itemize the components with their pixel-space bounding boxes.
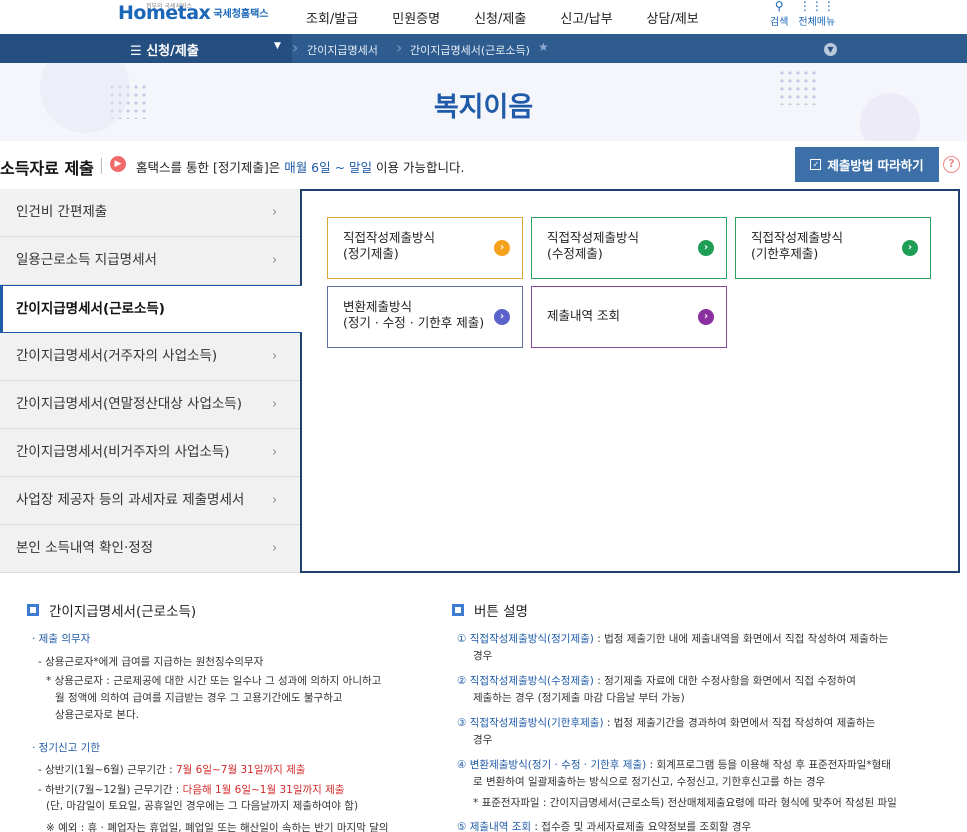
exception-note: ※ 예외 : 휴 · 폐업자는 휴업일, 폐업일 또는 해산일이 속하는 반기 …	[46, 822, 389, 832]
category-label: ☰ 신청/제출	[130, 44, 199, 59]
notice-text: 홈택스를 통한 [정기제출]은 매월 6일 ~ 말일 이용 가능합니다.	[136, 160, 465, 175]
breadcrumb-item-1[interactable]: 간이지급명세서	[307, 42, 378, 58]
hero-banner: 복지이음	[0, 63, 967, 141]
hometax-logo[interactable]: 정부의 국세서비스 Hometax 국세청홈택스	[118, 2, 269, 24]
nav-item-certificate[interactable]: 민원증명	[392, 8, 440, 27]
square-bullet-icon	[27, 604, 39, 616]
side-item-workplace-provider[interactable]: 사업장 제공자 등의 과세자료 제출명세서 ›	[0, 477, 300, 525]
duty-note: 월 정액에 의하여 급여를 지급받는 경우 그 고용기간에도 불구하고	[55, 692, 343, 704]
nav-item-consult[interactable]: 상담/제보	[647, 8, 699, 27]
utility-menu: ⚲ 검색 ⋮⋮⋮ 전체메뉴	[770, 0, 845, 28]
chevron-right-icon: ›	[272, 349, 278, 364]
side-item-simple-statement-earned[interactable]: 간이지급명세서(근로소득)	[0, 285, 302, 333]
chevron-right-icon: ›	[272, 445, 278, 460]
expand-toggle-icon[interactable]: ▼	[824, 43, 837, 56]
page-title: 복지이음	[433, 92, 534, 123]
button-desc-3-cont: 경우	[473, 734, 493, 746]
button-desc-5: ⑤ 제출내역 조회 : 접수증 및 과세자료제출 요약정보를 조회할 경우	[457, 821, 752, 832]
chevron-right-icon: ›	[272, 397, 278, 412]
duty-note: * 상용근로자 : 근로제공에 대한 시간 또는 일수나 그 성과에 의하지 아…	[46, 675, 382, 687]
square-bullet-icon	[452, 604, 464, 616]
duty-note: 상용근로자로 본다.	[55, 709, 139, 721]
deadline-first-half: - 상반기(1월~6월) 근무기간 : 7월 6일~7월 31일까지 제출	[38, 764, 306, 776]
deadline-note: (단, 마감일이 토요일, 공휴일인 경우에는 그 다음날까지 제출하여야 함)	[46, 800, 359, 812]
duty-line: - 상용근로자*에게 급여를 지급하는 원천징수의무자	[38, 656, 264, 668]
side-item-nonresident-business[interactable]: 간이지급명세서(비거주자의 사업소득) ›	[0, 429, 300, 477]
all-menu-button[interactable]: ⋮⋮⋮ 전체메뉴	[798, 0, 835, 28]
checkbox-icon: ✓	[810, 159, 822, 170]
grid-icon: ⋮⋮⋮	[798, 0, 835, 13]
side-item-resident-business[interactable]: 간이지급명세서(거주자의 사업소득) ›	[0, 333, 300, 381]
side-item-income-check[interactable]: 본인 소득내역 확인·정정 ›	[0, 525, 300, 573]
logo-subtitle: 국세청홈택스	[213, 9, 269, 20]
section-title: 소득자료 제출	[0, 159, 94, 178]
button-desc-2-cont: 제출하는 경우 (정기제출 마감 다음날 부터 가능)	[473, 692, 685, 704]
breadcrumb-item-2[interactable]: 간이지급명세서(근로소득)	[410, 42, 530, 58]
top-header: 정부의 국세서비스 Hometax 국세청홈택스 조회/발급 민원증명 신청/제…	[0, 0, 967, 34]
content-panel: 직접작성제출방식 (정기제출) › 직접작성제출방식 (수정제출) › 직접작성…	[300, 189, 960, 573]
search-label: 검색	[770, 17, 789, 28]
search-button[interactable]: ⚲ 검색	[770, 0, 788, 28]
arrow-right-icon: ›	[494, 309, 510, 325]
deadline-second-half: - 하반기(7월~12월) 근무기간 : 다음해 1월 6일~1월 31일까지 …	[38, 784, 345, 796]
nav-item-inquiry[interactable]: 조회/발급	[306, 8, 358, 27]
button-desc-1: ① 직접작성제출방식(정기제출) : 법정 제출기한 내에 제출내역을 화면에서…	[457, 633, 889, 645]
follow-guide-button[interactable]: ✓ 제출방법 따라하기	[795, 147, 939, 182]
all-menu-label: 전체메뉴	[798, 17, 836, 28]
divider	[101, 158, 102, 174]
side-menu: 인건비 간편제출 › 일용근로소득 지급명세서 › 간이지급명세서(근로소득) 간이…	[0, 189, 302, 573]
global-nav: 조회/발급 민원증명 신청/제출 신고/납부 상담/제보	[306, 8, 733, 27]
breadcrumb-bar: ☰ 신청/제출 ▼ › 간이지급명세서 › 간이지급명세서(근로소득) ★ ▼	[0, 34, 967, 63]
regular-submit-card[interactable]: 직접작성제출방식 (정기제출) ›	[327, 217, 523, 279]
arrow-right-icon: ›	[698, 309, 714, 325]
duty-heading: · 제출 의무자	[32, 633, 91, 645]
search-icon: ⚲	[774, 0, 784, 13]
chevron-right-icon: ›	[272, 205, 278, 220]
nav-item-apply[interactable]: 신청/제출	[474, 8, 526, 27]
arrow-right-icon: ›	[698, 240, 714, 256]
arrow-right-icon: ›	[902, 240, 918, 256]
amend-submit-card[interactable]: 직접작성제출방식 (수정제출) ›	[531, 217, 727, 279]
side-item-labor-cost[interactable]: 인건비 간편제출 ›	[0, 189, 300, 237]
chevron-right-icon: ›	[272, 541, 278, 556]
button-desc-1-cont: 경우	[473, 650, 493, 662]
side-item-year-end-business[interactable]: 간이지급명세서(연말정산대상 사업소득) ›	[0, 381, 300, 429]
late-submit-card[interactable]: 직접작성제출방식 (기한후제출) ›	[735, 217, 931, 279]
logo-tagline: 정부의 국세서비스	[146, 3, 193, 10]
deadline-heading: · 정기신고 기한	[32, 742, 100, 754]
help-icon[interactable]: ?	[943, 156, 960, 173]
button-desc-4-note: * 표준전자파일 : 간이지급명세서(근로소득) 전산매체제출요령에 따라 형식…	[473, 797, 897, 809]
nav-item-report[interactable]: 신고/납부	[560, 8, 612, 27]
arrow-right-icon: ›	[494, 240, 510, 256]
chevron-right-icon: ›	[272, 253, 278, 268]
speaker-icon: ▶	[110, 156, 126, 172]
convert-submit-card[interactable]: 변환제출방식 (정기 · 수정 · 기한후 제출) ›	[327, 286, 523, 348]
submission-history-card[interactable]: 제출내역 조회 ›	[531, 286, 727, 348]
chevron-right-icon: ›	[292, 38, 299, 57]
chevron-right-icon: ›	[396, 38, 403, 57]
category-dropdown[interactable]: ☰ 신청/제출 ▼	[0, 34, 292, 63]
button-desc-2: ② 직접작성제출방식(수정제출) : 정기제출 자료에 대한 수정사항을 화면에…	[457, 675, 856, 687]
caret-down-icon: ▼	[274, 41, 281, 51]
button-desc-4: ④ 변환제출방식(정기 · 수정 · 기한후 제출) : 회계프로그램 등을 이…	[457, 759, 891, 771]
button-desc-3: ③ 직접작성제출방식(기한후제출) : 법정 제출기간을 경과하여 화면에서 직…	[457, 717, 876, 729]
info-left-title: 간이지급명세서(근로소득)	[27, 600, 196, 620]
favorite-star-icon[interactable]: ★	[538, 40, 549, 54]
chevron-right-icon: ›	[272, 493, 278, 508]
side-item-daily-worker[interactable]: 일용근로소득 지급명세서 ›	[0, 237, 300, 285]
info-right-title: 버튼 설명	[452, 600, 528, 620]
button-desc-4-cont: 로 변환하여 일괄제출하는 방식으로 정기신고, 수정신고, 기한후신고를 하는…	[473, 776, 826, 788]
